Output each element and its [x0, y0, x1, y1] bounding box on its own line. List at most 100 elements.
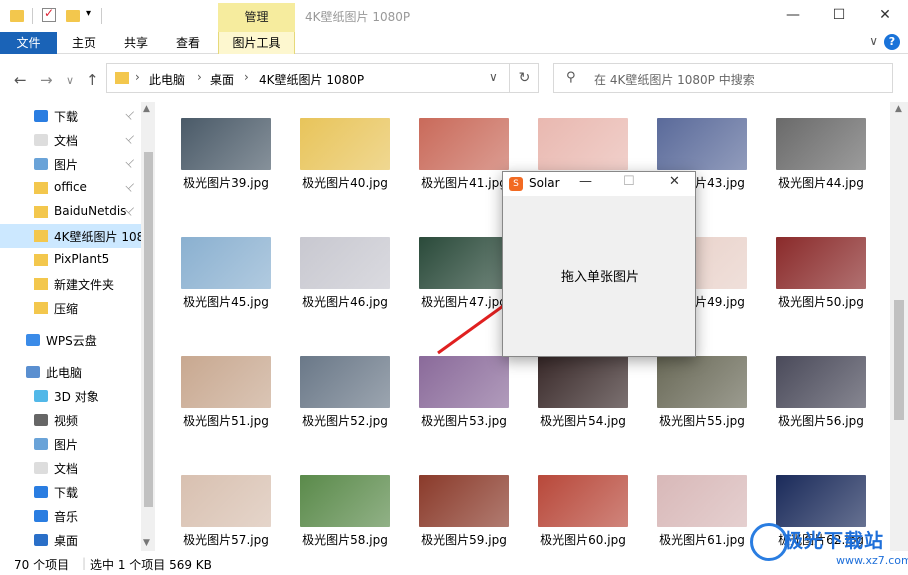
sidebar-item[interactable]: 下载 ⊥: [0, 104, 141, 128]
file-tile[interactable]: 极光图片44.jpg: [771, 103, 871, 207]
breadcrumb-this-pc[interactable]: 此电脑: [149, 71, 185, 88]
file-tile[interactable]: 极光图片61.jpg: [652, 460, 752, 564]
image-thumbnail: [538, 356, 628, 408]
sidebar-item-label: 下载: [54, 486, 79, 500]
image-thumbnail: [776, 237, 866, 289]
search-icon: ⚲: [566, 70, 576, 85]
file-tile[interactable]: 极光图片51.jpg: [176, 341, 276, 445]
file-tile[interactable]: 极光图片57.jpg: [176, 460, 276, 564]
refresh-icon[interactable]: ↻: [509, 64, 539, 92]
title-bar: ▾ 管理 4K壁纸图片 1080P — ☐ ✕: [0, 0, 908, 32]
sidebar-item[interactable]: 文档 ⊥: [0, 128, 141, 152]
drop-zone-message[interactable]: 拖入单张图片: [503, 266, 697, 285]
selection-info: 选中 1 个项目 569 KB: [90, 558, 212, 572]
sidebar-item[interactable]: 图片 ⊥: [0, 152, 141, 176]
sidebar-item[interactable]: 桌面: [0, 528, 141, 552]
file-name: 极光图片60.jpg: [540, 533, 626, 547]
up-icon[interactable]: ↑: [86, 71, 99, 89]
tab-picture-tools[interactable]: 图片工具: [218, 32, 295, 54]
sidebar-item[interactable]: 下载: [0, 480, 141, 504]
folder-icon: [34, 182, 48, 194]
dialog-minimize-button[interactable]: —: [579, 174, 592, 189]
scroll-up-icon[interactable]: ▲: [143, 104, 150, 114]
address-dropdown-icon[interactable]: ∨: [489, 70, 498, 84]
recent-locations-icon[interactable]: ∨: [66, 74, 74, 87]
tab-share[interactable]: 共享: [116, 32, 156, 54]
sidebar-item[interactable]: 3D 对象: [0, 384, 141, 408]
sidebar-item-label: 音乐: [54, 510, 79, 524]
search-box[interactable]: ⚲ 在 4K壁纸图片 1080P 中搜索: [553, 63, 893, 93]
file-tile[interactable]: 极光图片39.jpg: [176, 103, 276, 207]
sidebar-item[interactable]: PixPlant5: [0, 248, 141, 272]
folder-icon: [34, 302, 48, 314]
file-name: 极光图片47.jpg: [421, 295, 507, 309]
image-thumbnail: [181, 475, 271, 527]
tab-home[interactable]: 主页: [64, 32, 104, 54]
breadcrumb-current-folder[interactable]: 4K壁纸图片 1080P: [259, 71, 364, 88]
file-tile[interactable]: 极光图片41.jpg: [414, 103, 514, 207]
sidebar-scrollbar[interactable]: ▲ ▼: [141, 102, 155, 551]
file-tile[interactable]: 极光图片50.jpg: [771, 222, 871, 326]
sidebar-item[interactable]: 压缩: [0, 296, 141, 320]
file-tile[interactable]: 极光图片56.jpg: [771, 341, 871, 445]
image-thumbnail: [300, 118, 390, 170]
image-thumbnail: [300, 356, 390, 408]
file-name: 极光图片54.jpg: [540, 414, 626, 428]
file-tile[interactable]: 极光图片40.jpg: [295, 103, 395, 207]
tab-view[interactable]: 查看: [168, 32, 208, 54]
dialog-close-button[interactable]: ✕: [669, 174, 680, 189]
file-tile[interactable]: 极光图片52.jpg: [295, 341, 395, 445]
sidebar-item-label: 新建文件夹: [54, 278, 115, 292]
sidebar-item[interactable]: WPS云盘: [0, 328, 141, 352]
tab-file[interactable]: 文件: [0, 32, 57, 54]
file-tile[interactable]: 极光图片45.jpg: [176, 222, 276, 326]
file-tile[interactable]: 极光图片46.jpg: [295, 222, 395, 326]
file-tile[interactable]: 极光图片53.jpg: [414, 341, 514, 445]
sidebar-item[interactable]: 新建文件夹: [0, 272, 141, 296]
file-tile[interactable]: 极光图片47.jpg: [414, 222, 514, 326]
forward-icon[interactable]: →: [40, 71, 53, 89]
ribbon-collapse-icon[interactable]: ∨: [869, 34, 878, 48]
address-bar[interactable]: › 此电脑 › 桌面 › 4K壁纸图片 1080P ∨ ↻: [106, 63, 539, 93]
search-placeholder[interactable]: 在 4K壁纸图片 1080P 中搜索: [594, 71, 755, 88]
sidebar-scroll-thumb[interactable]: [144, 152, 153, 507]
sidebar-item[interactable]: 4K壁纸图片 108: [0, 224, 142, 248]
file-tile[interactable]: 极光图片59.jpg: [414, 460, 514, 564]
scroll-down-icon[interactable]: ▼: [143, 538, 150, 548]
image-thumbnail: [657, 118, 747, 170]
new-folder-icon[interactable]: [66, 10, 80, 22]
folder-icon: [10, 10, 24, 22]
sidebar-item[interactable]: BaiduNetdis ⊥: [0, 200, 141, 224]
sidebar-item[interactable]: 图片: [0, 432, 141, 456]
file-tile[interactable]: 极光图片58.jpg: [295, 460, 395, 564]
minimize-button[interactable]: —: [770, 0, 816, 32]
sidebar-item[interactable]: 音乐: [0, 504, 141, 528]
breadcrumb-separator[interactable]: ›: [244, 70, 249, 84]
solar-dialog[interactable]: S Solar — ☐ ✕ 拖入单张图片: [502, 171, 696, 357]
sidebar-item[interactable]: 文档: [0, 456, 141, 480]
file-name: 极光图片46.jpg: [302, 295, 388, 309]
breadcrumb-separator[interactable]: ›: [197, 70, 202, 84]
file-name: 极光图片59.jpg: [421, 533, 507, 547]
breadcrumb-desktop[interactable]: 桌面: [210, 71, 234, 88]
file-tile[interactable]: 极光图片60.jpg: [533, 460, 633, 564]
content-scroll-thumb[interactable]: [894, 300, 904, 420]
scroll-up-icon[interactable]: ▲: [895, 104, 902, 114]
sidebar-item-label: 图片: [54, 438, 79, 452]
breadcrumb-separator[interactable]: ›: [135, 70, 140, 84]
maximize-button[interactable]: ☐: [816, 0, 862, 32]
dialog-title-bar[interactable]: S Solar — ☐ ✕: [503, 172, 695, 196]
folder-icon: [34, 278, 48, 290]
properties-icon[interactable]: [42, 6, 56, 22]
sidebar-item-label: 3D 对象: [54, 390, 99, 404]
sidebar-item-label: 压缩: [54, 302, 79, 316]
customize-quick-access-icon[interactable]: ▾: [86, 8, 91, 26]
close-button[interactable]: ✕: [862, 0, 908, 32]
sidebar-item[interactable]: 此电脑: [0, 360, 141, 384]
sidebar-item[interactable]: 视频: [0, 408, 141, 432]
content-scrollbar[interactable]: ▲: [890, 102, 908, 551]
back-icon[interactable]: ←: [14, 71, 27, 89]
dialog-maximize-button[interactable]: ☐: [623, 174, 635, 189]
help-icon[interactable]: ?: [884, 34, 900, 50]
sidebar-item[interactable]: office ⊥: [0, 176, 141, 200]
